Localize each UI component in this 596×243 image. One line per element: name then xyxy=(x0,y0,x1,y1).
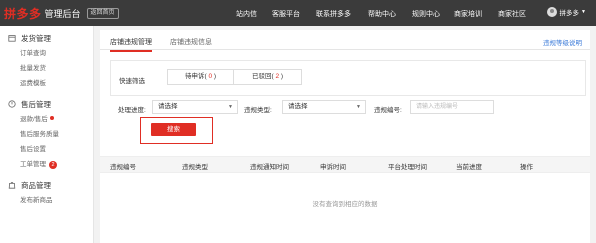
chip-rejected[interactable]: 已驳回( 2 ) xyxy=(233,69,302,85)
chevron-down-icon: ▼ xyxy=(581,9,586,15)
sidebar-item-label: 工单管理 xyxy=(20,161,46,168)
sidebar-item-tickets[interactable]: 工单管理 2 xyxy=(0,157,93,172)
user-menu[interactable]: 拼多多 ▼ xyxy=(546,7,586,17)
sidebar: 发货管理 订单查询 批量发货 运费模板 售后管理 退款/售后 售后服务质量 售后… xyxy=(0,26,94,243)
sidebar-section-shipping[interactable]: 发货管理 xyxy=(0,30,93,46)
sidebar-section-label: 发货管理 xyxy=(21,33,51,43)
nav-inbox[interactable]: 站内信 xyxy=(236,9,257,19)
quick-filter-label: 快速筛选 xyxy=(119,78,145,85)
nav-merchant-community[interactable]: 商家社区 xyxy=(498,9,526,19)
ticket-count-badge: 2 xyxy=(49,161,57,169)
violation-level-help-link[interactable]: 违规等级说明 xyxy=(543,37,582,47)
input-placeholder: 请输入违规编号 xyxy=(416,104,459,110)
chip-count: 2 xyxy=(275,73,280,80)
sidebar-section-products[interactable]: 商品管理 xyxy=(0,177,93,193)
chip-pending-appeal[interactable]: 待申诉( 0 ) xyxy=(167,69,234,85)
sidebar-item-aftersales-settings[interactable]: 售后设置 xyxy=(0,142,93,157)
sidebar-item-service-quality[interactable]: 售后服务质量 xyxy=(0,127,93,142)
col-violation-type: 违规类型 xyxy=(182,164,208,171)
col-appeal-time: 申诉时间 xyxy=(320,164,346,171)
aftersales-icon xyxy=(8,100,16,108)
sidebar-item-order-query[interactable]: 订单查询 xyxy=(0,46,93,61)
col-violation-id: 违规编号 xyxy=(110,164,136,171)
id-filter-label: 违规编号: xyxy=(374,107,402,114)
col-actions: 操作 xyxy=(520,164,533,171)
select-value: 请选择 xyxy=(288,103,308,110)
violation-id-input[interactable]: 请输入违规编号 xyxy=(410,100,494,114)
progress-filter-label: 处理进度: xyxy=(118,107,146,114)
tab-violation-management[interactable]: 店铺违规管理 xyxy=(110,37,152,52)
chip-label: 已驳回 xyxy=(251,73,272,80)
sidebar-section-aftersales[interactable]: 售后管理 xyxy=(0,96,93,112)
sidebar-section-label: 售后管理 xyxy=(21,99,51,109)
select-value: 请选择 xyxy=(158,103,178,110)
brand-logo[interactable]: 拼多多 xyxy=(4,5,42,22)
sidebar-item-new-product[interactable]: 发布新商品 xyxy=(0,193,93,208)
quick-filter-box: 快速筛选 待申诉( 0 ) 已驳回( 2 ) xyxy=(110,60,586,96)
brand-subtitle: 管理后台 xyxy=(44,8,81,19)
sidebar-item-freight-template[interactable]: 运费模板 xyxy=(0,76,93,91)
chevron-down-icon: ▼ xyxy=(356,104,361,110)
avatar xyxy=(546,7,557,17)
col-progress: 当前进度 xyxy=(456,164,482,171)
nav-customer-service[interactable]: 客服平台 xyxy=(272,9,300,19)
table-empty-message: 没有查询到相应的数据 xyxy=(312,201,378,208)
table-header: 违规编号 违规类型 违规通知时间 申诉时间 平台处理时间 当前进度 操作 xyxy=(100,156,590,173)
nav-rules-center[interactable]: 规则中心 xyxy=(412,9,440,19)
chevron-down-icon: ▼ xyxy=(228,104,233,110)
search-button[interactable]: 搜索 xyxy=(151,123,196,136)
chip-label: 待申诉 xyxy=(184,73,205,80)
type-select[interactable]: 请选择 ▼ xyxy=(282,100,366,114)
back-home-button[interactable]: 返回首页 xyxy=(86,7,119,19)
chip-count: 0 xyxy=(208,73,213,80)
nav-merchant-training[interactable]: 商家培训 xyxy=(454,9,482,19)
sidebar-section-label: 商品管理 xyxy=(21,180,51,190)
box-icon xyxy=(8,35,16,42)
tab-bar: 店铺违规管理 店铺违规信息 违规等级说明 xyxy=(100,30,590,52)
type-filter-label: 违规类型: xyxy=(244,107,272,114)
sidebar-item-batch-ship[interactable]: 批量发货 xyxy=(0,61,93,76)
progress-select[interactable]: 请选择 ▼ xyxy=(152,100,238,114)
sidebar-item-refunds[interactable]: 退款/售后 xyxy=(0,112,93,127)
col-notice-time: 违规通知时间 xyxy=(250,164,289,171)
tab-violation-info[interactable]: 店铺违规信息 xyxy=(170,37,212,47)
main-panel: 店铺违规管理 店铺违规信息 违规等级说明 快速筛选 待申诉( 0 ) 已驳回( … xyxy=(100,30,590,243)
nav-contact[interactable]: 联系拼多多 xyxy=(316,9,351,19)
nav-help-center[interactable]: 帮助中心 xyxy=(368,9,396,19)
bag-icon xyxy=(8,182,16,189)
sidebar-item-label: 退款/售后 xyxy=(20,116,48,123)
col-platform-time: 平台处理时间 xyxy=(388,164,427,171)
notification-dot xyxy=(49,116,54,120)
user-name: 拼多多 xyxy=(559,10,580,17)
